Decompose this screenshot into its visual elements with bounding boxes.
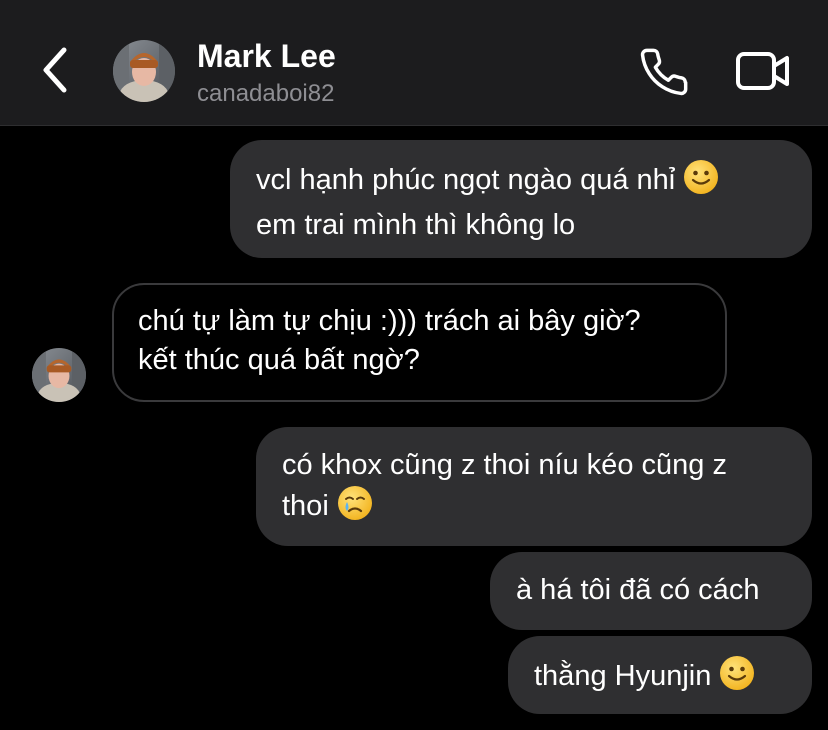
message-text: em trai mình thì không lo [256,209,576,241]
message-text: thoi [282,490,329,522]
avatar[interactable] [113,40,175,102]
contact-name[interactable]: Mark Lee [197,38,336,75]
back-button[interactable] [34,44,78,96]
message-text: vcl hạnh phúc ngọt ngào quá nhỉ [256,164,676,196]
chevron-left-icon [43,47,67,93]
chat-screen: Mark Lee canadaboi82 vcl hạnh phúc ngọt … [0,0,828,730]
message-text: có khox cũng z thoi níu kéo cũng z [282,449,727,481]
video-call-button[interactable] [734,48,792,94]
voice-call-button[interactable] [638,46,690,98]
incoming-message[interactable]: chú tự làm tự chịu :))) trách ai bây giờ… [112,283,727,402]
outgoing-message[interactable]: vcl hạnh phúc ngọt ngào quá nhỉ em trai … [230,140,812,258]
crying-face-icon [337,485,373,532]
message-text: thằng Hyunjin [534,660,712,692]
profile-photo [32,348,86,402]
contact-handle: canadaboi82 [197,80,335,107]
profile-photo [113,40,175,102]
slightly-smiling-face-icon [683,159,719,206]
outgoing-message[interactable]: à há tôi đã có cách [490,552,812,630]
message-text: kết thúc quá bất ngờ? [138,344,420,376]
outgoing-message[interactable]: thằng Hyunjin [508,636,812,714]
outgoing-message[interactable]: có khox cũng z thoi níu kéo cũng z thoi [256,427,812,546]
chat-header: Mark Lee canadaboi82 [0,0,828,126]
video-camera-icon [736,52,789,90]
message-text: à há tôi đã có cách [516,574,760,606]
phone-icon [640,48,688,96]
slightly-smiling-face-icon [719,655,755,702]
message-text: chú tự làm tự chịu :))) trách ai bây giờ… [138,305,641,337]
sender-avatar[interactable] [32,348,86,402]
